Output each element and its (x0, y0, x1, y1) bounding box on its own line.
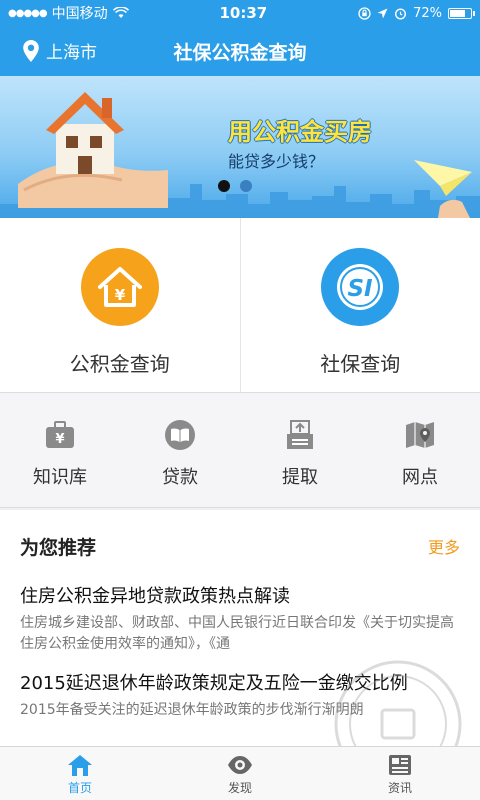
article-summary: 2015年备受关注的延迟退休年龄政策的步伐渐行渐明朗 (20, 702, 364, 718)
recommend-more-link[interactable]: 更多 (428, 534, 460, 558)
book-icon (165, 420, 195, 450)
tab-home[interactable]: 首页 (0, 747, 160, 800)
app-header: ●●●●● 中国移动 10:37 72% 上海市 社保公积金查询 (0, 0, 480, 76)
briefcase-yuan-icon: ¥ (46, 421, 74, 448)
battery-percent: 72% (413, 5, 442, 21)
banner-headline: 用公积金买房 (228, 118, 372, 146)
tool-knowledge-base-label: 知识库 (33, 467, 87, 488)
recommend-title: 为您推荐 (20, 536, 97, 559)
svg-text:SI: SI (348, 276, 374, 302)
tool-branches[interactable]: 网点 (360, 393, 480, 507)
home-icon (68, 755, 92, 776)
article-summary: 住房城乡建设部、财政部、中国人民银行近日联合印发《关于切实提高住房公积金使用效率… (20, 615, 454, 652)
tab-discover[interactable]: 发现 (160, 747, 320, 800)
map-pin-icon (406, 422, 434, 448)
status-left: ●●●●● 中国移动 (8, 3, 129, 23)
tab-home-label: 首页 (67, 781, 92, 795)
tool-branches-label: 网点 (402, 467, 438, 488)
social-security-query-button[interactable]: SI 社保查询 (239, 218, 480, 392)
carousel-indicator[interactable] (218, 180, 252, 192)
tab-discover-label: 发现 (227, 781, 252, 795)
tool-loan-label: 贷款 (162, 467, 198, 488)
nav-bar: 上海市 社保公积金查询 (0, 26, 480, 76)
news-icon (389, 755, 411, 775)
tool-withdraw-label: 提取 (282, 467, 318, 488)
carousel-dot-1[interactable] (218, 180, 230, 192)
wifi-icon (112, 7, 129, 18)
battery-icon (447, 7, 475, 19)
recommend-header: 为您推荐 更多 (0, 510, 480, 582)
bottom-tab-bar: 首页 发现 资讯 (0, 746, 480, 800)
tool-withdraw[interactable]: 提取 (240, 393, 360, 507)
house-yuan-icon: ¥ (80, 248, 159, 326)
article-item-1[interactable]: 住房公积金异地贷款政策热点解读 住房城乡建设部、财政部、中国人民银行近日联合印发… (0, 582, 480, 669)
house-in-hands-graphic (18, 92, 168, 208)
housing-fund-query-label: 公积金查询 (69, 352, 170, 376)
signal-strength-icon: ●●●●● (8, 7, 48, 19)
tab-news-label: 资讯 (387, 781, 412, 795)
housing-fund-query-button[interactable]: ¥ 公积金查询 (0, 218, 240, 392)
location-label: 上海市 (46, 43, 97, 63)
svg-text:¥: ¥ (115, 286, 126, 304)
social-security-si-icon: SI (321, 248, 400, 326)
carrier-name: 中国移动 (51, 6, 108, 22)
status-time: 10:37 (219, 4, 268, 22)
location-arrow-icon (377, 8, 388, 18)
status-bar: ●●●●● 中国移动 10:37 72% (0, 0, 480, 26)
location-pin-icon (23, 39, 39, 62)
paper-plane-graphic (414, 160, 472, 218)
banner-subline: 能贷多少钱？ (228, 152, 325, 171)
status-right: 72% (358, 5, 475, 21)
quick-actions: ¥ 公积金查询 SI 社保查询 (0, 218, 480, 392)
carousel-dot-2[interactable] (240, 180, 252, 192)
promo-banner[interactable]: 用公积金买房 能贷多少钱？ (0, 76, 480, 218)
tools-grid: ¥ 知识库 贷款 提取 网点 (0, 392, 480, 508)
eye-icon (228, 756, 252, 774)
tab-news[interactable]: 资讯 (320, 747, 480, 800)
article-title: 住房公积金异地贷款政策热点解读 (20, 586, 290, 607)
social-security-query-label: 社保查询 (320, 352, 401, 376)
svg-text:¥: ¥ (55, 432, 64, 447)
withdraw-tray-icon (287, 420, 313, 449)
orientation-lock-icon (358, 6, 371, 20)
article-title: 2015延迟退休年龄政策规定及五险一金缴交比例 (20, 673, 408, 694)
tool-knowledge-base[interactable]: ¥ 知识库 (0, 393, 120, 507)
alarm-icon (395, 7, 407, 20)
article-item-2[interactable]: 2015延迟退休年龄政策规定及五险一金缴交比例 2015年备受关注的延迟退休年龄… (0, 669, 480, 746)
location-selector[interactable]: 上海市 (22, 38, 97, 63)
recommend-section: 为您推荐 更多 住房公积金异地贷款政策热点解读 住房城乡建设部、财政部、中国人民… (0, 510, 480, 746)
tool-loan[interactable]: 贷款 (120, 393, 240, 507)
